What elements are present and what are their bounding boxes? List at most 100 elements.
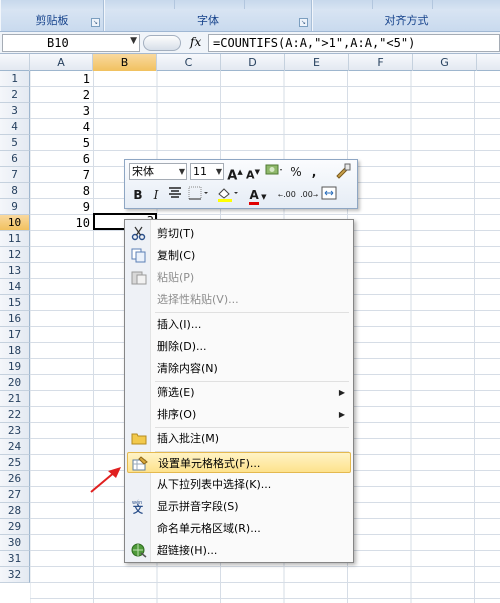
grow-font-button[interactable]: A▲ xyxy=(227,163,243,183)
format-painter-icon[interactable] xyxy=(333,163,353,181)
menu-item-define-name[interactable]: 命名单元格区域(R)... xyxy=(127,518,351,539)
cell-a5[interactable]: 5 xyxy=(30,135,90,151)
menu-item-insert[interactable]: 插入(I)... xyxy=(127,314,351,335)
chevron-down-icon[interactable]: ▼ xyxy=(130,36,137,46)
formula-input[interactable]: =COUNTIFS(A:A,">1",A:A,"<5") xyxy=(208,34,500,52)
chevron-down-icon[interactable]: ▼ xyxy=(179,164,185,179)
formula-bar: B10 ▼ fx =COUNTIFS(A:A,">1",A:A,"<5") xyxy=(0,32,500,54)
name-box-value: B10 xyxy=(47,36,69,50)
row-header-2[interactable]: 2 xyxy=(0,87,30,103)
column-header-g[interactable]: G xyxy=(413,54,477,71)
menu-item-show-phonetic[interactable]: wén 文 显示拼音字段(S) xyxy=(127,496,351,517)
row-header-18[interactable]: 18 xyxy=(0,343,30,359)
merge-center-icon[interactable] xyxy=(319,186,339,204)
dialog-launcher-icon[interactable]: ↘ xyxy=(91,18,100,27)
row-header-32[interactable]: 32 xyxy=(0,567,30,583)
chevron-down-icon[interactable]: ▼ xyxy=(216,164,222,179)
cell-a10[interactable]: 10 xyxy=(30,215,90,231)
menu-item-delete[interactable]: 删除(D)... xyxy=(127,336,351,357)
menu-item-hyperlink[interactable]: 超链接(H)... xyxy=(127,540,351,561)
cell-a8[interactable]: 8 xyxy=(30,183,90,199)
row-header-22[interactable]: 22 xyxy=(0,407,30,423)
menu-item-paste[interactable]: 粘贴(P) xyxy=(127,267,351,288)
borders-icon[interactable] xyxy=(187,186,211,204)
name-box-resize-handle[interactable] xyxy=(143,35,181,51)
row-header-31[interactable]: 31 xyxy=(0,551,30,567)
row-header-15[interactable]: 15 xyxy=(0,295,30,311)
insert-function-button[interactable]: fx xyxy=(190,35,201,49)
row-header-28[interactable]: 28 xyxy=(0,503,30,519)
column-header-d[interactable]: D xyxy=(221,54,285,71)
row-header-10[interactable]: 10 xyxy=(0,215,30,231)
menu-item-copy[interactable]: 复制(C) xyxy=(127,245,351,266)
row-header-16[interactable]: 16 xyxy=(0,311,30,327)
column-header-e[interactable]: E xyxy=(285,54,349,71)
cell-a9[interactable]: 9 xyxy=(30,199,90,215)
menu-item-filter[interactable]: 筛选(E) ▶ xyxy=(127,382,351,403)
scissors-icon xyxy=(131,226,147,241)
fill-color-icon[interactable] xyxy=(215,186,241,204)
row-header-13[interactable]: 13 xyxy=(0,263,30,279)
row-header-27[interactable]: 27 xyxy=(0,487,30,503)
font-color-button[interactable]: A ▼ xyxy=(245,186,271,205)
font-size-value: 11 xyxy=(193,165,207,178)
submenu-arrow-icon: ▶ xyxy=(338,388,345,397)
row-header-19[interactable]: 19 xyxy=(0,359,30,375)
align-center-icon[interactable] xyxy=(166,186,184,204)
row-header-3[interactable]: 3 xyxy=(0,103,30,119)
name-box[interactable]: B10 ▼ xyxy=(2,34,140,52)
row-header-6[interactable]: 6 xyxy=(0,151,30,167)
column-header-b[interactable]: B xyxy=(93,54,157,71)
row-header-26[interactable]: 26 xyxy=(0,471,30,487)
row-header-25[interactable]: 25 xyxy=(0,455,30,471)
cell-a2[interactable]: 2 xyxy=(30,87,90,103)
shrink-font-button[interactable]: A▼ xyxy=(245,163,261,182)
cell-a7[interactable]: 7 xyxy=(30,167,90,183)
row-header-24[interactable]: 24 xyxy=(0,439,30,455)
dialog-launcher-icon[interactable]: ↘ xyxy=(299,18,308,27)
column-header-f[interactable]: F xyxy=(349,54,413,71)
row-header-21[interactable]: 21 xyxy=(0,391,30,407)
menu-item-cut[interactable]: 剪切(T) xyxy=(127,223,351,244)
row-header-30[interactable]: 30 xyxy=(0,535,30,551)
row-header-9[interactable]: 9 xyxy=(0,199,30,215)
menu-item-clear-contents[interactable]: 清除内容(N) xyxy=(127,358,351,379)
comma-style-button[interactable]: , xyxy=(307,163,321,181)
row-header-23[interactable]: 23 xyxy=(0,423,30,439)
font-name-select[interactable]: 宋体 ▼ xyxy=(129,163,187,180)
row-header-20[interactable]: 20 xyxy=(0,375,30,391)
bold-button[interactable]: B xyxy=(130,186,146,204)
percent-button[interactable]: % xyxy=(287,163,305,181)
column-header-c[interactable]: C xyxy=(157,54,221,71)
italic-button[interactable]: I xyxy=(148,186,164,204)
submenu-arrow-icon: ▶ xyxy=(338,410,345,419)
row-header-4[interactable]: 4 xyxy=(0,119,30,135)
increase-decimal-button[interactable]: ←.00 xyxy=(277,186,297,204)
row-header-17[interactable]: 17 xyxy=(0,327,30,343)
format-cells-icon xyxy=(132,456,148,471)
row-header-7[interactable]: 7 xyxy=(0,167,30,183)
cell-a1[interactable]: 1 xyxy=(30,71,90,87)
cell-a4[interactable]: 4 xyxy=(30,119,90,135)
column-header-a[interactable]: A xyxy=(30,54,93,71)
accounting-format-icon[interactable] xyxy=(263,163,285,181)
menu-item-insert-comment[interactable]: 插入批注(M) xyxy=(127,428,351,449)
row-header-5[interactable]: 5 xyxy=(0,135,30,151)
row-header-12[interactable]: 12 xyxy=(0,247,30,263)
font-size-select[interactable]: 11 ▼ xyxy=(190,163,224,180)
menu-item-sort[interactable]: 排序(O) ▶ xyxy=(127,404,351,425)
column-headers: A B C D E F G xyxy=(0,54,500,71)
menu-item-format-cells[interactable]: 设置单元格格式(F)... xyxy=(127,452,351,473)
row-header-11[interactable]: 11 xyxy=(0,231,30,247)
cell-a6[interactable]: 6 xyxy=(30,151,90,167)
row-header-14[interactable]: 14 xyxy=(0,279,30,295)
ribbon-group-title: 字体 xyxy=(197,14,219,27)
select-all-corner[interactable] xyxy=(0,54,30,71)
row-header-8[interactable]: 8 xyxy=(0,183,30,199)
menu-item-pick-from-list[interactable]: 从下拉列表中选择(K)... xyxy=(127,474,351,495)
row-header-29[interactable]: 29 xyxy=(0,519,30,535)
menu-item-paste-special[interactable]: 选择性粘贴(V)... xyxy=(127,289,351,310)
row-header-1[interactable]: 1 xyxy=(0,71,30,87)
decrease-decimal-button[interactable]: .00→ xyxy=(299,186,319,204)
cell-a3[interactable]: 3 xyxy=(30,103,90,119)
